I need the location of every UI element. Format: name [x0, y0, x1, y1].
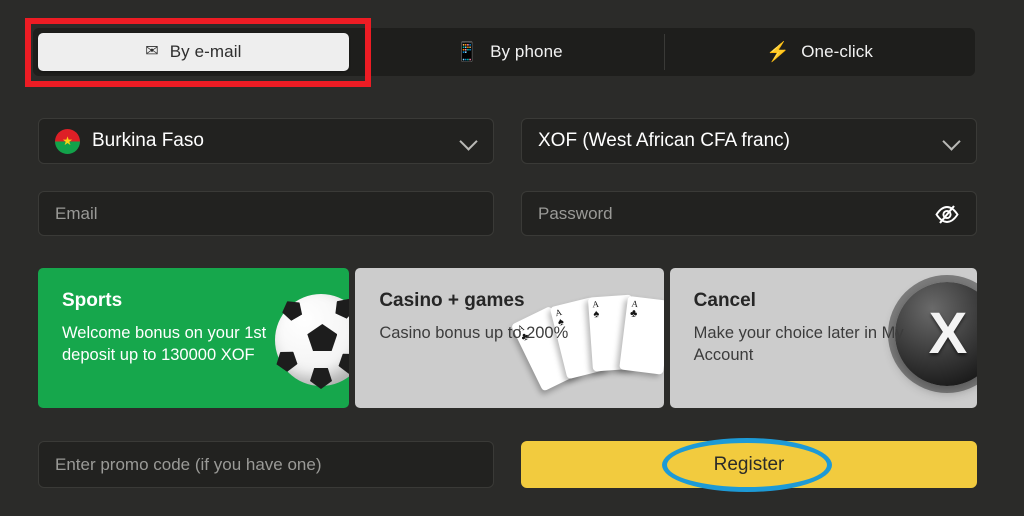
tab-by-email-label: By e-mail — [169, 42, 242, 61]
promo-code-field[interactable]: Enter promo code (if you have one) — [38, 441, 494, 488]
bonus-card-list: Sports Welcome bonus on your 1st deposit… — [38, 268, 977, 408]
bonus-card-sports[interactable]: Sports Welcome bonus on your 1st deposit… — [38, 268, 350, 408]
country-select-value: Burkina Faso — [92, 130, 204, 151]
bonus-card-cancel-description: Make your choice later in My Account — [693, 324, 904, 364]
currency-select[interactable]: XOF (West African CFA franc) — [521, 118, 977, 164]
currency-select-value: XOF (West African CFA franc) — [538, 130, 790, 151]
flag-star: ★ — [62, 134, 73, 148]
bonus-card-sports-title: Sports — [62, 290, 123, 311]
tab-by-phone-label: By phone — [490, 42, 563, 61]
email-field[interactable]: Email — [38, 191, 494, 236]
bonus-card-casino-title: Casino + games — [379, 290, 525, 311]
bonus-card-cancel-title: Cancel — [693, 290, 756, 311]
bonus-card-casino[interactable]: Casino + games Casino bonus up to 200% A… — [355, 268, 664, 408]
promo-code-placeholder: Enter promo code (if you have one) — [55, 454, 322, 474]
tab-one-click[interactable]: ⚡ One-click — [664, 28, 975, 76]
tab-by-phone[interactable]: 📱 By phone — [354, 28, 665, 76]
register-button[interactable]: Register — [521, 441, 977, 488]
envelope-icon: ✉ — [145, 43, 159, 60]
lightning-bolt-icon: ⚡ — [766, 41, 791, 63]
mobile-phone-icon: 📱 — [455, 41, 480, 63]
registration-method-tabs: ✉ By e-mail 📱 By phone ⚡ One-click — [33, 28, 975, 76]
country-select[interactable]: ★ Burkina Faso — [38, 118, 494, 164]
chevron-down-icon — [944, 133, 960, 149]
eye-slash-icon[interactable] — [934, 204, 960, 224]
burkina-faso-flag-icon: ★ — [55, 128, 80, 154]
email-field-placeholder: Email — [55, 203, 98, 223]
tab-one-click-label: One-click — [801, 42, 873, 61]
bonus-card-casino-description: Casino bonus up to 200% — [379, 324, 569, 342]
bonus-card-sports-description: Welcome bonus on your 1st deposit up to … — [62, 324, 267, 364]
chevron-down-icon — [461, 133, 477, 149]
tab-by-email[interactable]: ✉ By e-mail — [38, 33, 349, 71]
password-field[interactable]: Password — [521, 191, 977, 236]
bonus-card-cancel[interactable]: Cancel Make your choice later in My Acco… — [669, 268, 977, 408]
password-field-placeholder: Password — [538, 203, 613, 223]
